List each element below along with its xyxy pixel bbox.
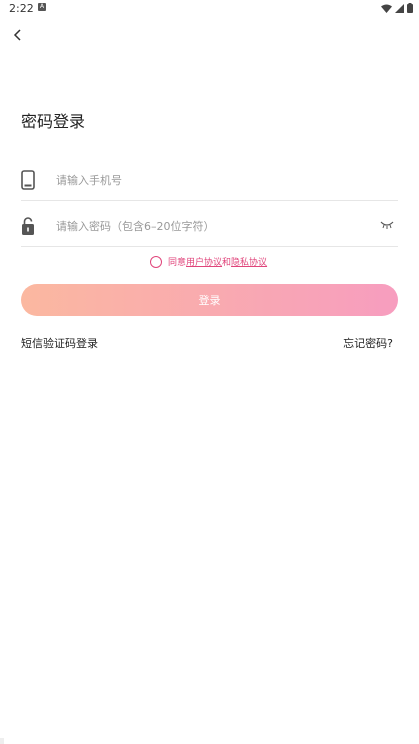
page-title: 密码登录 — [21, 112, 86, 131]
password-input[interactable] — [54, 214, 368, 238]
agreement-row: 同意 用户协议和隐私协议 — [150, 255, 267, 268]
signal-icon — [395, 3, 404, 13]
status-time: 2:22 — [9, 2, 34, 15]
password-field-row — [21, 206, 398, 247]
status-icons — [381, 3, 413, 13]
eye-closed-icon[interactable] — [380, 220, 394, 230]
user-agreement-link[interactable]: 用户协议 — [186, 255, 222, 268]
nav-indicator — [0, 738, 4, 744]
phone-input[interactable] — [54, 168, 368, 192]
agreement-prefix: 同意 — [168, 258, 187, 268]
agreement-checkbox[interactable] — [150, 255, 162, 268]
notification-icon: A — [38, 3, 46, 11]
phone-field-row — [21, 160, 398, 201]
status-bar: 2:22 A — [0, 0, 419, 18]
sms-login-link[interactable]: 短信验证码登录 — [21, 335, 98, 351]
privacy-policy-link[interactable]: 隐私协议 — [231, 255, 267, 268]
agreement-and: 和 — [222, 258, 232, 268]
battery-icon — [407, 3, 413, 13]
wifi-icon — [381, 4, 392, 13]
phone-icon — [21, 170, 35, 190]
lock-icon — [22, 217, 34, 235]
login-button[interactable]: 登录 — [21, 284, 398, 316]
back-arrow-icon[interactable] — [10, 27, 26, 43]
forgot-password-link[interactable]: 忘记密码? — [343, 335, 393, 351]
